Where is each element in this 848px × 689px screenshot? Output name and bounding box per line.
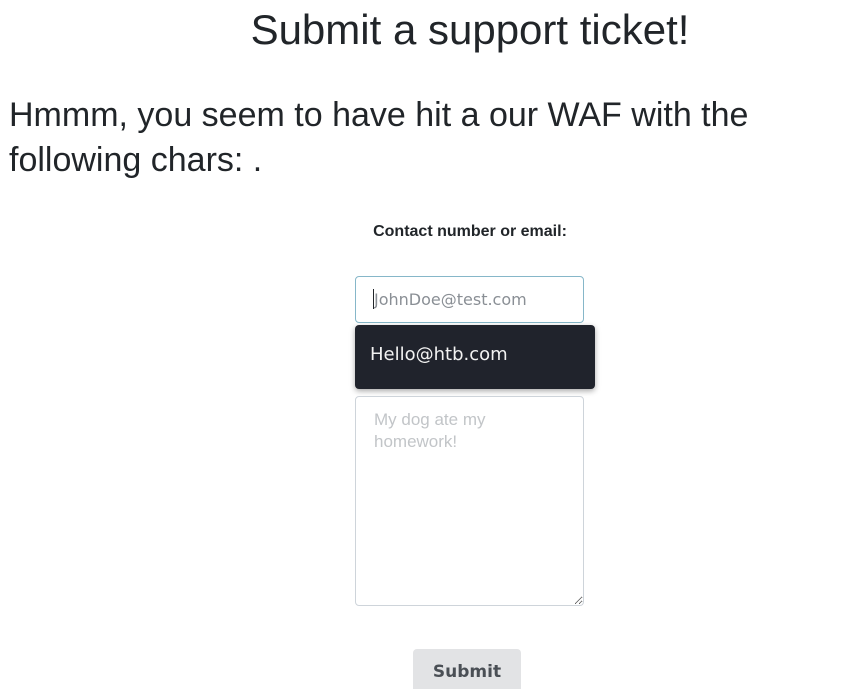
autofill-option[interactable]: Hello@htb.com [370,343,508,367]
text-caret [373,289,374,309]
message-textarea[interactable] [355,396,584,606]
waf-message: Hmmm, you seem to have hit a our WAF wit… [9,96,749,179]
contact-label: Contact number or email: [373,223,567,240]
page-title: Submit a support ticket! [250,6,690,53]
contact-input[interactable] [355,276,584,323]
submit-button[interactable]: Submit [413,649,521,689]
support-page: Submit a support ticket! Hmmm, you seem … [0,0,848,689]
autofill-dropdown: Hello@htb.com [355,325,595,389]
